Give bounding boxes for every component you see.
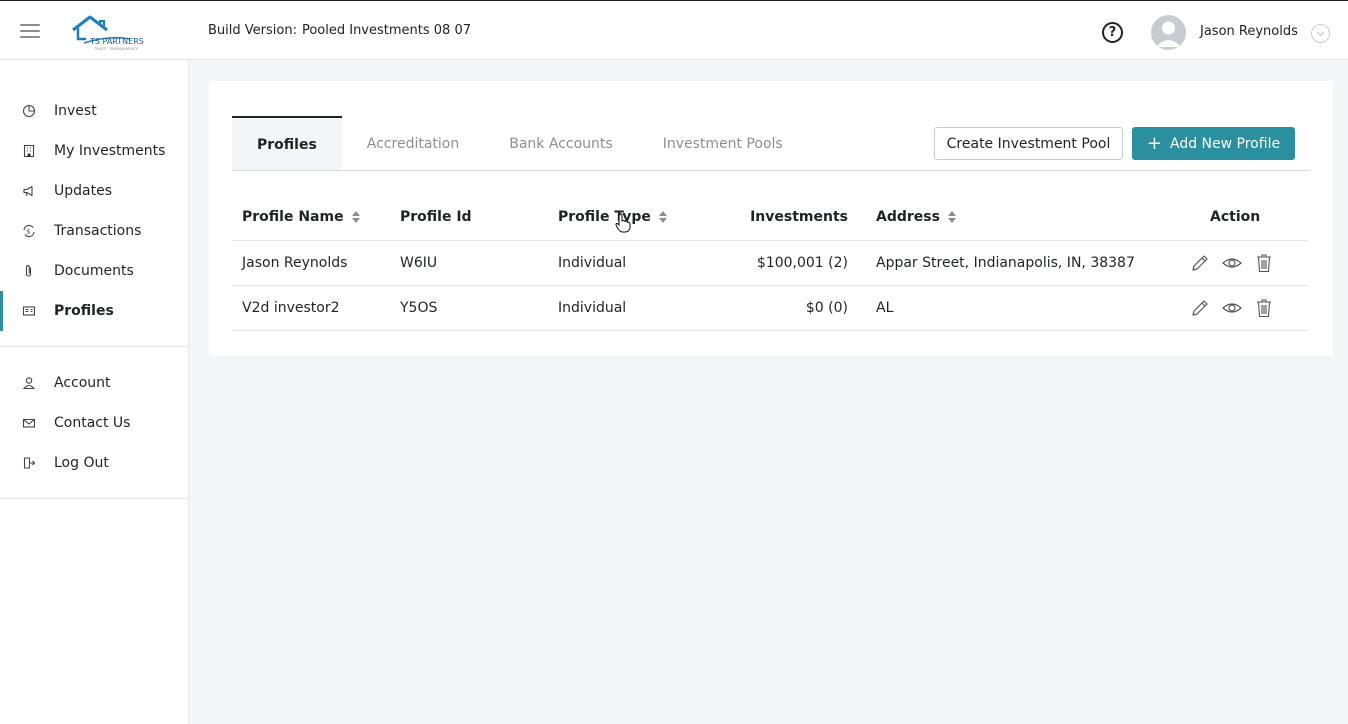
edit-pencil-icon[interactable] [1189,241,1211,285]
sidebar-item-contact-us[interactable]: Contact Us [0,403,188,443]
sidebar-item-label: Transactions [54,223,142,239]
add-new-profile-label: Add New Profile [1170,135,1281,152]
column-header-address[interactable]: Address [876,194,956,240]
sidebar-item-label: Account [54,375,111,391]
avatar[interactable] [1151,15,1186,50]
sidebar-secondary-nav: Account Contact Us Log Out [0,347,188,499]
user-name[interactable]: Jason Reynolds [1200,24,1298,39]
sidebar-item-account[interactable]: Account [0,363,188,403]
profile-type-cell: Individual [558,300,627,316]
sidebar-item-label: Log Out [54,455,109,471]
view-eye-icon[interactable] [1221,286,1243,330]
column-header-profile-name[interactable]: Profile Name [242,194,360,240]
svg-text:TS PARTNERS: TS PARTNERS [89,37,144,46]
view-eye-icon[interactable] [1221,241,1243,285]
sidebar-item-label: Profiles [54,303,114,319]
table-row: Jason Reynolds W6IU Individual $100,001 … [232,241,1308,286]
sidebar-item-profiles[interactable]: Profiles [0,291,188,331]
help-icon[interactable]: ? [1102,22,1123,43]
id-card-icon [22,304,36,318]
profile-name-cell: V2d investor2 [242,300,340,316]
svg-text:$: $ [27,229,31,236]
sidebar-item-invest[interactable]: Invest [0,91,188,131]
tab-profiles[interactable]: Profiles [232,116,342,171]
tab-investment-pools[interactable]: Investment Pools [638,116,808,171]
sidebar-item-label: Documents [54,263,134,279]
sidebar-item-updates[interactable]: Updates [0,171,188,211]
user-icon [22,376,36,390]
address-cell: Appar Street, Indianapolis, IN, 38387 [876,255,1135,271]
profile-id-cell: Y5OS [400,300,438,316]
sidebar-item-label: My Investments [54,143,166,159]
sidebar-item-label: Contact Us [54,415,131,431]
megaphone-icon [22,184,36,198]
investments-cell: $100,001 (2) [756,255,848,271]
delete-trash-icon[interactable] [1253,286,1275,330]
envelope-icon [22,416,36,430]
profile-name-cell: Jason Reynolds [242,255,348,271]
tab-bar: Profiles Accreditation Bank Accounts Inv… [232,116,808,171]
sort-icon[interactable] [658,211,667,223]
column-header-profile-type[interactable]: Profile Type [558,194,667,240]
delete-trash-icon[interactable] [1253,241,1275,285]
sort-icon[interactable] [351,211,360,223]
paperclip-icon [22,264,36,278]
tab-accreditation[interactable]: Accreditation [342,116,484,171]
sidebar-item-log-out[interactable]: Log Out [0,443,188,483]
logout-icon [22,456,36,470]
tab-bank-accounts[interactable]: Bank Accounts [484,116,637,171]
sort-icon[interactable] [947,211,956,223]
pie-chart-icon [22,104,36,118]
sidebar-item-transactions[interactable]: $ Transactions [0,211,188,251]
tab-divider [232,170,1310,171]
add-new-profile-button[interactable]: + Add New Profile [1132,127,1295,160]
profiles-card: Profiles Accreditation Bank Accounts Inv… [209,81,1333,356]
building-icon [22,144,36,158]
sidebar-item-my-investments[interactable]: My Investments [0,131,188,171]
dollar-exchange-icon: $ [22,224,36,238]
create-investment-pool-button[interactable]: Create Investment Pool [934,127,1123,160]
column-header-profile-id: Profile Id [400,209,472,225]
build-version-label: Build Version: [208,23,297,38]
table-header-row: Profile Name Profile Id Profile Type Inv… [232,194,1308,241]
chevron-down-icon[interactable] [1311,24,1330,43]
sidebar-item-label: Updates [54,183,112,199]
sidebar-item-documents[interactable]: Documents [0,251,188,291]
profiles-table: Profile Name Profile Id Profile Type Inv… [232,194,1308,331]
sidebar-item-label: Invest [54,103,97,119]
build-version-value: Pooled Investments 08 07 [301,23,471,38]
top-header: TS PARTNERS TRUST · TRANSPARENCY Build V… [0,0,1348,60]
svg-text:TRUST · TRANSPARENCY: TRUST · TRANSPARENCY [93,47,138,51]
investments-cell: $0 (0) [805,300,848,316]
build-version: Build Version: Pooled Investments 08 07 [208,23,471,38]
company-logo[interactable]: TS PARTNERS TRUST · TRANSPARENCY [70,13,170,51]
table-row: V2d investor2 Y5OS Individual $0 (0) AL [232,286,1308,331]
sidebar-main-nav: Invest My Investments Updates $ Transact… [0,60,188,347]
profile-id-cell: W6IU [400,255,438,271]
profile-type-cell: Individual [558,255,627,271]
address-cell: AL [876,300,894,316]
hamburger-menu-icon[interactable] [20,24,40,38]
plus-icon: + [1146,132,1162,154]
column-header-action: Action [1210,209,1261,225]
sidebar: Invest My Investments Updates $ Transact… [0,60,189,724]
column-header-investments: Investments [750,209,848,225]
edit-pencil-icon[interactable] [1189,286,1211,330]
